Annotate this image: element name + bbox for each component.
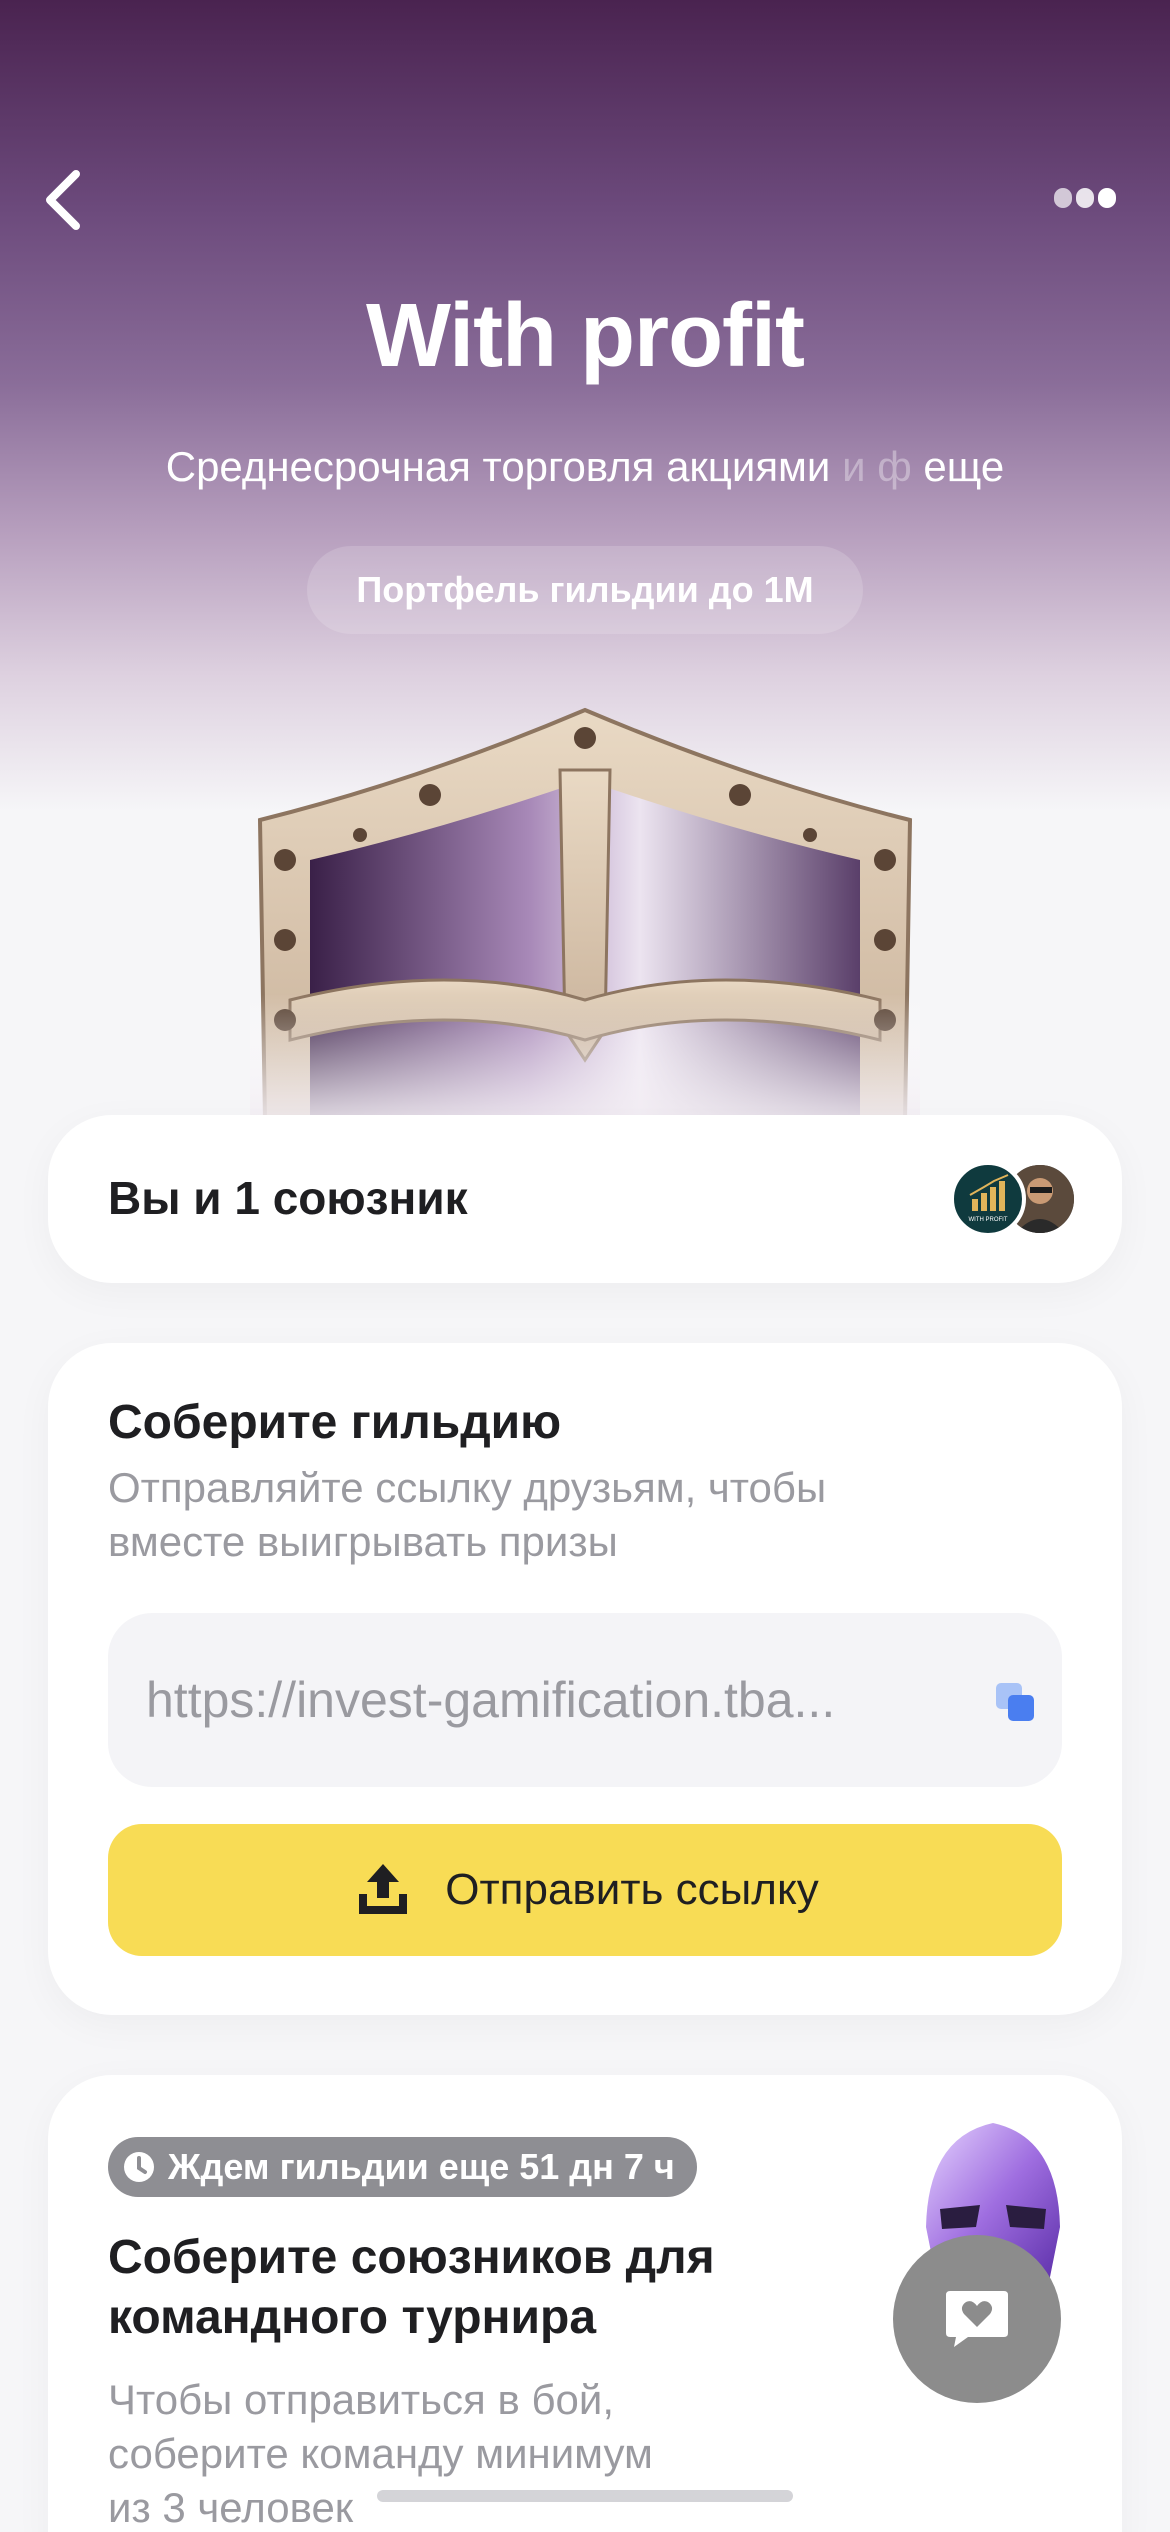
chevron-left-icon — [46, 170, 80, 230]
clock-icon — [124, 2152, 154, 2182]
portfolio-chip: Портфель гильдии до 1М — [307, 546, 863, 634]
tournament-title-line1: Соберите союзников для — [108, 2231, 715, 2284]
page-subtitle: Среднесрочная торговля акциями и ф еще — [0, 443, 1170, 491]
home-indicator — [377, 2490, 793, 2502]
share-upload-icon — [359, 1864, 408, 1914]
send-link-label: Отправить ссылку — [445, 1865, 819, 1914]
invite-link-field[interactable]: https://invest-gamification.tba... — [108, 1613, 1062, 1787]
subtitle-more-link[interactable]: еще — [912, 443, 1004, 490]
more-button[interactable] — [1046, 178, 1126, 218]
timer-text: Ждем гильдии еще 51 дн 7 ч — [168, 2146, 675, 2187]
copy-icon[interactable] — [994, 1681, 1038, 1725]
page-title: With profit — [365, 286, 805, 386]
avatar-caption: WITH PROFIT — [969, 1217, 1008, 1223]
guild-card: Соберите гильдию Отправляйте ссылку друз… — [48, 1343, 1122, 2015]
tournament-description-line3: из 3 человек — [108, 2484, 354, 2531]
chat-heart-icon — [946, 2291, 1008, 2347]
avatar: WITH PROFIT — [950, 1161, 1026, 1237]
timer-badge: Ждем гильдии еще 51 дн 7 ч — [108, 2137, 697, 2197]
tournament-title-line2: командного турнира — [108, 2291, 597, 2344]
send-link-button[interactable]: Отправить ссылку — [108, 1824, 1062, 1956]
more-dots-icon — [1054, 188, 1116, 208]
guild-description-line2: вместе выигрывать призы — [108, 1518, 618, 1565]
chart-logo-icon: WITH PROFIT — [969, 1174, 1009, 1223]
subtitle-main: Среднесрочная торговля акциями — [165, 443, 831, 490]
back-button[interactable] — [36, 160, 96, 240]
tournament-description-line1: Чтобы отправиться в бой, — [108, 2376, 614, 2423]
chat-button[interactable] — [893, 2235, 1061, 2403]
tournament-description-line2: соберите команду минимум — [108, 2430, 653, 2477]
subtitle-faded: и ф — [830, 443, 912, 490]
invite-link-text: https://invest-gamification.tba... — [146, 1672, 836, 1728]
shield-illustration — [250, 700, 920, 1120]
guild-title: Соберите гильдию — [108, 1396, 562, 1449]
guild-description-line1: Отправляйте ссылку друзьям, чтобы — [108, 1464, 827, 1511]
allies-label: Вы и 1 союзник — [108, 1172, 468, 1224]
